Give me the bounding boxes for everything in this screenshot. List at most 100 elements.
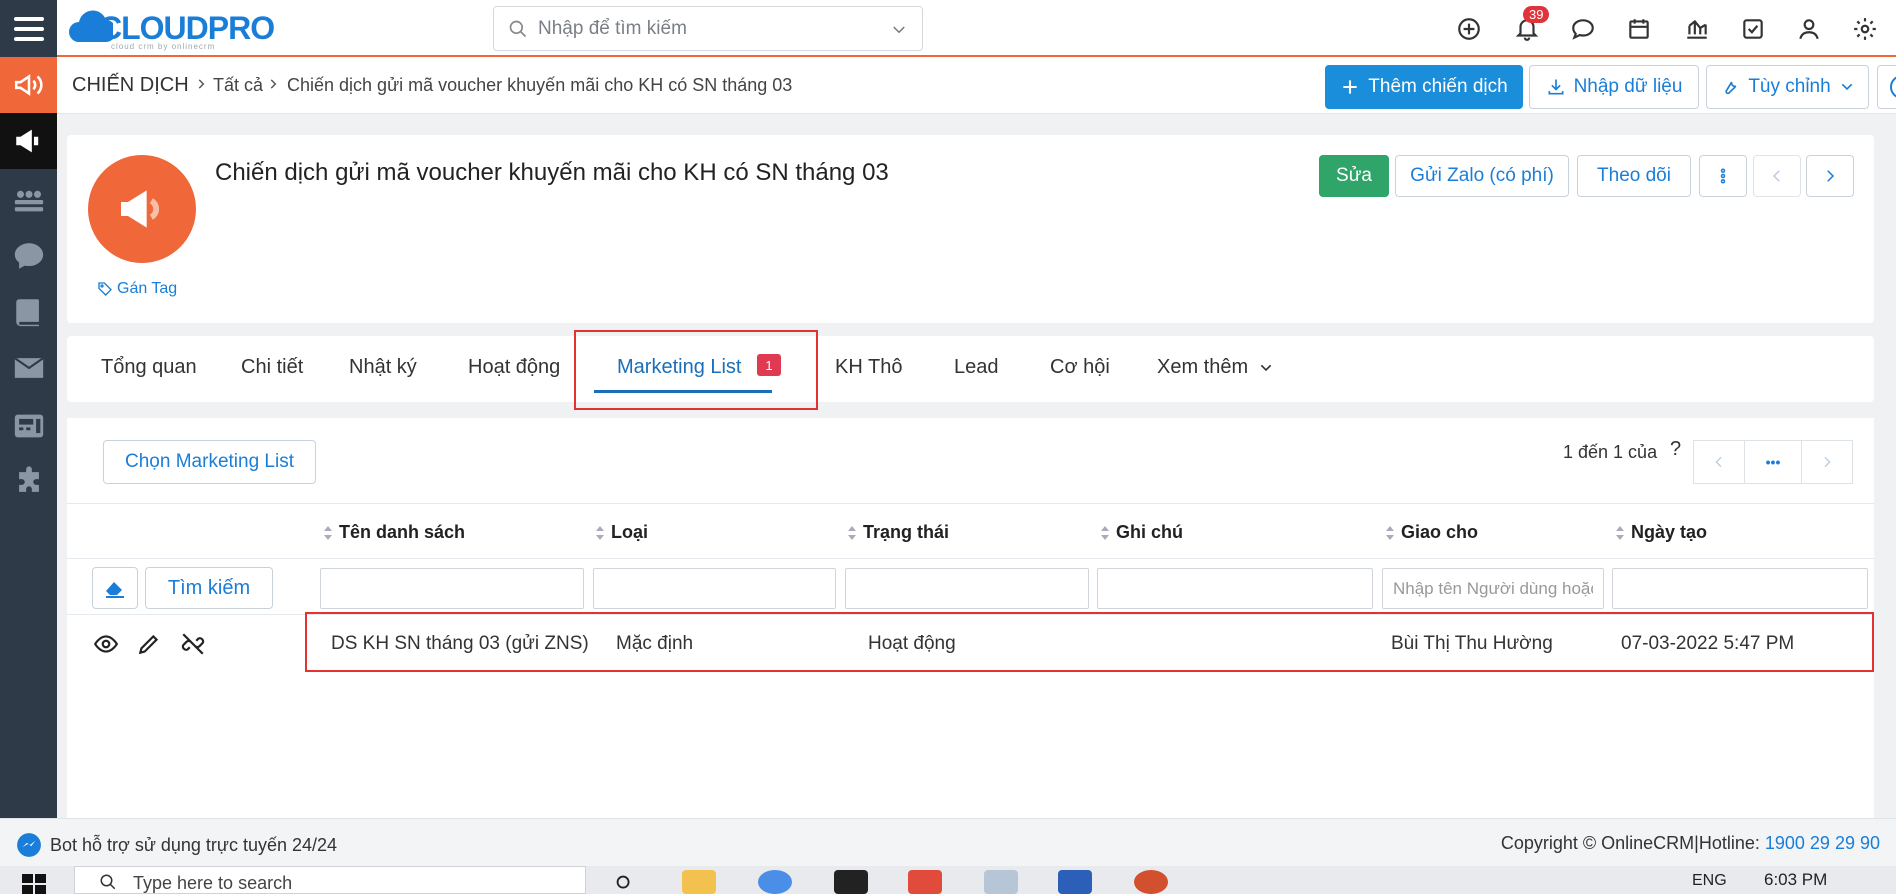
pager-range: 1 đến 1 của — [1563, 442, 1658, 462]
select-marketing-list-button[interactable]: Chọn Marketing List — [103, 440, 316, 484]
file-explorer-icon[interactable] — [682, 870, 716, 894]
copyright-label: Copyright © OnlineCRM|Hotline: — [1500, 833, 1765, 853]
filter-note-input[interactable] — [1097, 568, 1373, 609]
powerpoint-icon[interactable] — [1134, 870, 1168, 894]
add-button[interactable] — [1454, 14, 1484, 44]
search-icon — [509, 20, 527, 38]
word-icon[interactable] — [1058, 870, 1092, 894]
help-button[interactable]: ? — [1877, 65, 1896, 109]
prev-record-button[interactable] — [1753, 155, 1801, 197]
eye-icon[interactable] — [93, 631, 119, 657]
app-icon[interactable] — [834, 870, 868, 894]
tasks-button[interactable] — [1738, 14, 1768, 44]
column-header-status[interactable]: Trạng thái — [847, 522, 949, 543]
messages-button[interactable] — [1568, 14, 1598, 44]
system-clock[interactable]: 6:03 PM — [1764, 870, 1827, 890]
filter-created-input[interactable] — [1612, 568, 1868, 609]
sidebar-item-email[interactable] — [0, 340, 57, 396]
record-title: Chiến dịch gửi mã voucher khuyến mãi cho… — [215, 159, 889, 186]
tab-details[interactable]: Chi tiết — [241, 356, 303, 379]
tab-log[interactable]: Nhật ký — [349, 356, 417, 379]
add-campaign-button[interactable]: Thêm chiến dịch — [1325, 65, 1523, 109]
column-header-assignee[interactable]: Giao cho — [1385, 522, 1478, 543]
os-taskbar: Type here to search ENG 6:03 PM — [0, 866, 1896, 894]
next-record-button[interactable] — [1806, 155, 1854, 197]
unlink-icon[interactable] — [180, 631, 206, 657]
team-icon — [14, 190, 43, 212]
assign-tag-link[interactable]: Gán Tag — [97, 280, 177, 298]
sidebar-item-marketing[interactable] — [0, 57, 57, 113]
pager-more-button[interactable]: ••• — [1744, 440, 1802, 484]
support-bot-link[interactable]: Bot hỗ trợ sử dụng trực tuyến 24/24 — [16, 832, 337, 858]
breadcrumb-root[interactable]: CHIẾN DỊCH — [72, 74, 189, 97]
task-view-icon[interactable] — [612, 872, 636, 894]
campaign-avatar — [88, 155, 196, 263]
tag-icon — [98, 282, 112, 296]
windows-start-icon[interactable] — [22, 874, 46, 894]
chrome-icon[interactable] — [758, 870, 792, 894]
filter-type-input[interactable] — [593, 568, 836, 609]
hotline-link[interactable]: 1900 29 29 90 — [1765, 833, 1880, 853]
sidebar-item-campaign[interactable] — [0, 113, 57, 169]
import-data-button[interactable]: Nhập dữ liệu — [1529, 65, 1699, 109]
sidebar-item-plugins[interactable] — [0, 454, 57, 510]
customize-dropdown[interactable]: Tùy chỉnh — [1706, 65, 1869, 109]
sidebar-item-phone[interactable] — [0, 398, 57, 454]
sort-icon — [1101, 525, 1109, 540]
pager-next-button[interactable] — [1801, 440, 1853, 484]
chevron-left-icon — [1772, 170, 1780, 182]
filter-search-button[interactable]: Tìm kiếm — [145, 567, 273, 609]
app-icon[interactable] — [908, 870, 942, 894]
tab-raw-customers[interactable]: KH Thô — [835, 356, 902, 379]
chevron-right-icon — [1827, 170, 1835, 182]
global-search-input[interactable] — [538, 15, 868, 43]
clear-filter-button[interactable] — [92, 567, 138, 609]
reports-button[interactable] — [1682, 14, 1712, 44]
filter-assignee-input[interactable] — [1382, 568, 1604, 609]
sidebar-item-chat[interactable] — [0, 228, 57, 284]
cloudpro-logo[interactable]: CLOUDPRO cloud crm by onlinecrm — [67, 4, 287, 52]
record-tabs: Tổng quan Chi tiết Nhật ký Hoạt động Mar… — [67, 336, 1874, 402]
filter-name-input[interactable] — [320, 568, 584, 609]
tab-activities[interactable]: Hoạt động — [468, 356, 560, 379]
import-data-label: Nhập dữ liệu — [1573, 76, 1683, 97]
send-zalo-button[interactable]: Gửi Zalo (có phí) — [1395, 155, 1569, 197]
notepad-icon[interactable] — [984, 870, 1018, 894]
menu-toggle-button[interactable] — [0, 0, 57, 57]
breadcrumb-all[interactable]: Tất cả — [213, 75, 263, 96]
puzzle-icon — [18, 466, 39, 492]
tab-more[interactable]: Xem thêm — [1157, 356, 1274, 379]
sort-icon — [1616, 525, 1624, 540]
global-search[interactable] — [493, 6, 923, 51]
book-icon — [15, 299, 39, 327]
column-header-name[interactable]: Tên danh sách — [323, 522, 465, 543]
column-header-type[interactable]: Loại — [595, 522, 648, 543]
settings-button[interactable] — [1850, 14, 1880, 44]
more-actions-button[interactable] — [1699, 155, 1747, 197]
column-header-note[interactable]: Ghi chú — [1100, 522, 1183, 543]
vertical-dots-icon — [1720, 168, 1726, 184]
breadcrumb-bar: CHIẾN DỊCH Tất cả Chiến dịch gửi mã vouc… — [57, 57, 1896, 114]
pager-total-unknown[interactable]: ? — [1670, 438, 1681, 461]
profile-button[interactable] — [1794, 14, 1824, 44]
calendar-button[interactable] — [1624, 14, 1654, 44]
tab-lead[interactable]: Lead — [954, 356, 999, 379]
fax-icon — [14, 414, 43, 438]
chevron-down-icon[interactable] — [890, 21, 908, 39]
sidebar-item-docs[interactable] — [0, 284, 57, 340]
input-language[interactable]: ENG — [1692, 872, 1727, 890]
taskbar-search[interactable]: Type here to search — [74, 866, 586, 894]
pencil-icon[interactable] — [136, 631, 162, 657]
column-header-created[interactable]: Ngày tạo — [1615, 522, 1707, 543]
follow-button[interactable]: Theo dõi — [1577, 155, 1691, 197]
edit-button[interactable]: Sửa — [1319, 155, 1389, 197]
megaphone-icon — [121, 190, 160, 228]
chevron-down-icon — [1841, 83, 1852, 91]
tab-opportunities[interactable]: Cơ hội — [1050, 356, 1110, 379]
search-icon — [100, 874, 116, 890]
messenger-icon — [17, 833, 41, 857]
sidebar-item-customers[interactable] — [0, 172, 57, 228]
tab-overview[interactable]: Tổng quan — [101, 356, 197, 379]
filter-status-input[interactable] — [845, 568, 1089, 609]
pager-prev-button[interactable] — [1693, 440, 1745, 484]
